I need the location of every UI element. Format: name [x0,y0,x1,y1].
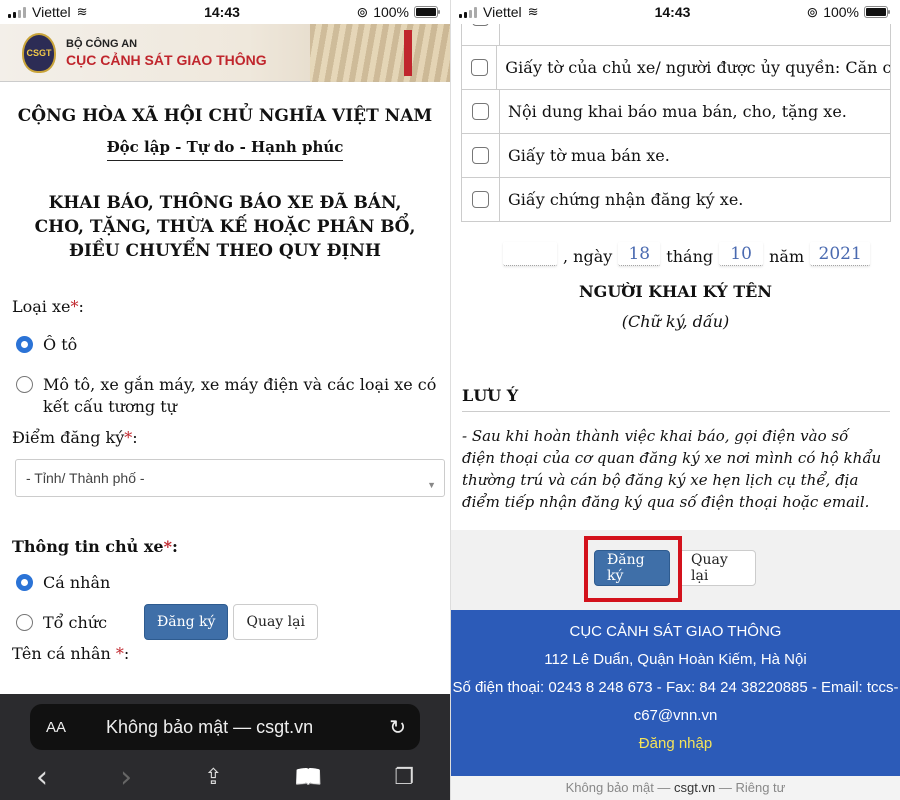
clock: 14:43 [204,4,240,20]
carrier: Viettel [483,4,522,20]
wifi-icon: ≋ [527,4,539,19]
footer-address: 112 Lê Duẩn, Quận Hoàn Kiếm, Hà Nội [544,651,807,668]
label-colon: : [78,297,84,316]
radio-unchecked-icon[interactable] [16,376,33,393]
checklist-item: Giấy chứng nhận đăng ký xe. [508,190,744,209]
location-input[interactable] [503,242,557,266]
checkbox[interactable] [472,103,489,120]
note-body: - Sau khi hoàn thành việc khai báo, gọi … [462,427,882,511]
carrier: Viettel [32,4,71,20]
orientation-lock-icon: ⊚ [356,3,369,20]
footer-contact-1: Số điện thoại: 0243 8 248 673 - Fax: 84 … [452,679,899,696]
radio-checked-icon[interactable] [16,336,33,353]
address-text: Không bảo mật — csgt.vn [106,716,314,737]
province-select[interactable]: - Tỉnh/ Thành phố - ▼ [15,459,445,497]
person-name-label: Tên cá nhân [12,644,111,663]
left-screenshot: Viettel ≋ 14:43 ⊚ 100% CSGT BỘ CÔNG AN C… [0,0,450,800]
month-input[interactable]: 10 [719,242,764,266]
radio-label: Ô tô [43,335,78,354]
form-actions: Đăng ký Quay lại [451,530,900,610]
radio-checked-icon[interactable] [16,574,33,591]
back-arrow-icon[interactable]: ‹ [36,760,48,795]
note-title: LƯU Ý [462,386,890,412]
day-input[interactable]: 18 [618,242,661,266]
reader-settings-button[interactable]: AA [46,719,66,736]
signal-icon [459,6,477,18]
orientation-lock-icon: ⊚ [806,3,819,20]
compact-address-bar[interactable]: Không bảo mật — csgt.vn — Riêng tư [451,776,900,800]
ministry-name: BỘ CÔNG AN [66,37,138,50]
site-banner: CSGT BỘ CÔNG AN CỤC CẢNH SÁT GIAO THÔNG [0,24,450,82]
required-mark: * [115,644,124,663]
required-mark: * [70,297,79,316]
day-label: , ngày [563,247,613,266]
share-icon[interactable]: ⇪ [204,765,222,790]
radio-car[interactable]: Ô tô [16,334,450,356]
login-link[interactable]: Đăng nhập [451,730,900,758]
year-label: năm [769,247,805,266]
documents-checklist: Giấy tờ của chủ xe/ người được ủy quyền:… [461,1,891,222]
flag-icon [404,30,412,76]
battery-percent: 100% [373,4,409,20]
right-screenshot: Giấy tờ của chủ xe/ người được ủy quyền:… [451,0,900,800]
required-mark: * [163,537,172,556]
radio-unchecked-icon[interactable] [16,614,33,631]
browser-toolbar: ‹ › ⇪ 📖 ❐ [0,760,450,795]
tabs-icon[interactable]: ❐ [394,765,414,790]
forward-arrow-icon[interactable]: › [120,760,132,795]
battery-percent: 100% [823,4,859,20]
browser-bottom-bar: AA Không bảo mật — csgt.vn ↻ ‹ › ⇪ 📖 ❐ [0,694,450,800]
signal-icon [8,6,26,18]
checklist-item: Giấy tờ của chủ xe/ người được ủy quyền:… [505,58,890,77]
bookmarks-icon[interactable]: 📖 [295,765,322,790]
checkbox[interactable] [472,147,489,164]
address-bar[interactable]: AA Không bảo mật — csgt.vn ↻ [30,704,420,750]
checkbox[interactable] [472,191,489,208]
reload-icon[interactable]: ↻ [389,715,406,740]
vehicle-type-label: Loại xe [12,297,71,316]
nation-title: CỘNG HÒA XÃ HỘI CHỦ NGHĨA VIỆT NAM [17,106,433,126]
label-colon: : [123,644,130,663]
label-colon: : [171,537,178,556]
status-bar: Viettel ≋ 14:43 ⊚ 100% [0,0,450,24]
site-footer: CỤC CẢNH SÁT GIAO THÔNG 112 Lê Duẩn, Quậ… [451,610,900,776]
footer-contact-2: c67@vnn.vn [633,707,718,724]
year-input[interactable]: 2021 [810,242,871,266]
month-label: tháng [666,247,714,266]
checklist-item: Giấy tờ mua bán xe. [508,146,670,165]
chevron-down-icon: ▼ [427,480,436,490]
reg-point-label: Điểm đăng ký [12,428,125,447]
wifi-icon: ≋ [76,4,88,19]
address-prefix: Không bảo mật — [565,780,675,795]
register-highlight-box [584,536,682,602]
battery-icon [864,6,890,18]
date-line: , ngày 18 tháng 10 năm 2021 [503,242,871,266]
battery-icon [414,6,440,18]
agency-name: CỤC CẢNH SÁT GIAO THÔNG [66,51,267,68]
checklist-item: Nội dung khai báo mua bán, cho, tặng xe. [508,102,847,121]
radio-label: Tổ chức [43,613,108,632]
status-bar: Viettel ≋ 14:43 ⊚ 100% [451,0,900,24]
register-button-floating[interactable]: Đăng ký [144,604,229,640]
clock: 14:43 [654,4,691,20]
address-domain: csgt.vn [674,780,716,795]
label-colon: : [132,428,138,447]
radio-individual[interactable]: Cá nhân [16,572,450,594]
province-select-value: - Tỉnh/ Thành phố - [26,470,145,486]
form-title: KHAI BÁO, THÔNG BÁO XE ĐÃ BÁN, CHO, TẶNG… [34,193,416,261]
motto: Độc lập - Tự do - Hạnh phúc [106,138,344,161]
back-button-floating[interactable]: Quay lại [233,604,318,640]
checkbox[interactable] [470,59,488,76]
signer-title: NGƯỜI KHAI KÝ TÊN [579,282,772,301]
parade-image [310,24,450,82]
footer-agency: CỤC CẢNH SÁT GIAO THÔNG [569,623,782,640]
address-suffix: — Riêng tư [715,780,786,795]
signer-subtitle: (Chữ ký, dấu) [621,312,730,331]
back-button[interactable]: Quay lại [678,550,756,586]
radio-label: Mô tô, xe gắn máy, xe máy điện và các lo… [43,375,437,416]
owner-info-label: Thông tin chủ xe [12,537,164,556]
radio-label: Cá nhân [43,573,111,592]
radio-motorbike[interactable]: Mô tô, xe gắn máy, xe máy điện và các lo… [16,374,450,418]
police-emblem-icon: CSGT [22,32,56,73]
